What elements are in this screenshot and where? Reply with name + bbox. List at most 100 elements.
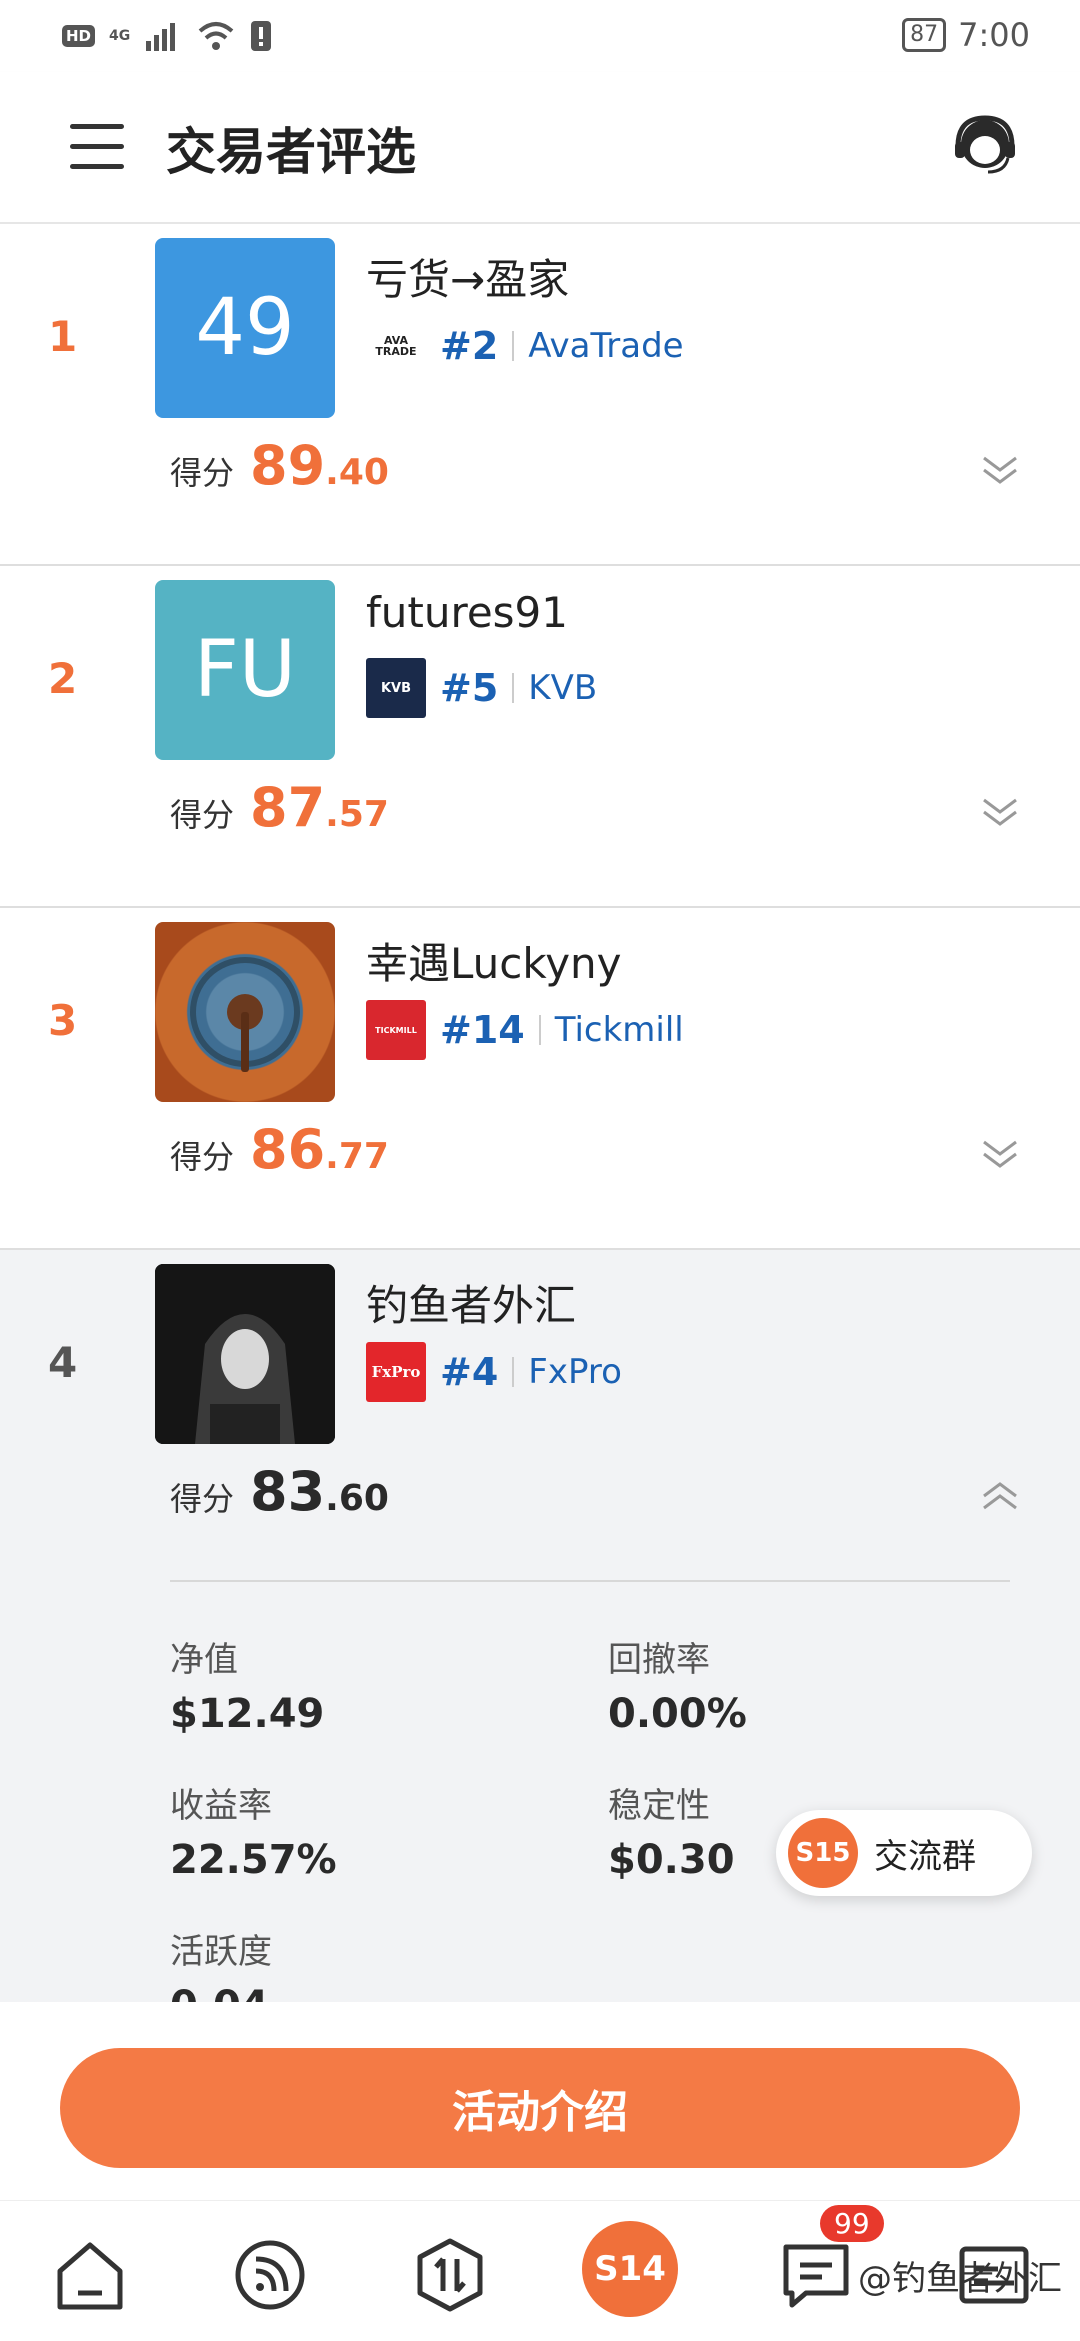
- network-label: 4G: [109, 28, 131, 44]
- watermark: @钓鱼者外汇: [858, 2259, 1062, 2299]
- home-icon[interactable]: [50, 2235, 130, 2315]
- trader-name: futures91: [366, 588, 569, 637]
- clock: 7:00: [958, 16, 1030, 54]
- broker-rank: #2: [440, 324, 499, 368]
- rank-number: 2: [48, 654, 78, 703]
- stat-label: 收益率: [170, 1786, 272, 1826]
- separator: [512, 331, 515, 361]
- status-right: 87 7:00: [902, 16, 1030, 54]
- hooded-figure-image: [155, 1264, 335, 1444]
- season-nav-button[interactable]: S14: [582, 2221, 678, 2317]
- score-integer: 83: [250, 1460, 326, 1523]
- stat-label: 净值: [170, 1640, 238, 1680]
- signal-icon: [146, 23, 176, 51]
- avatar: FU: [155, 580, 335, 760]
- broker-link[interactable]: Tickmill: [555, 1010, 684, 1050]
- broker-rank: #14: [440, 1008, 525, 1052]
- score-decimal: .57: [325, 794, 389, 835]
- chevron-down-icon[interactable]: [980, 792, 1020, 832]
- message-icon[interactable]: [776, 2235, 856, 2315]
- trader-card-expanded[interactable]: 4 钓鱼者外汇 FxPro #4 FxPro 得分 83 .60 净值 $12.…: [0, 1250, 1080, 2029]
- score-decimal: .60: [325, 1478, 389, 1519]
- score-row: 得分 83 .60: [170, 1460, 389, 1523]
- stat-value: $0.30: [608, 1837, 735, 1883]
- stat-value: 22.57%: [170, 1837, 337, 1883]
- broker-row: KVB #5 KVB: [366, 658, 597, 718]
- trader-card[interactable]: 3 幸遇Luckyny TICKMILL #14 Tickmill 得分 86 …: [0, 908, 1080, 1250]
- avatar: 49: [155, 238, 335, 418]
- trader-name: 幸遇Luckyny: [366, 939, 622, 988]
- bottom-nav: S14 99 @钓鱼者外汇: [0, 2200, 1080, 2341]
- broker-rank: #5: [440, 666, 499, 710]
- score-row: 得分 86 .77: [170, 1118, 389, 1181]
- unread-badge: 99: [820, 2205, 884, 2242]
- broker-rank: #4: [440, 1350, 499, 1394]
- menu-icon[interactable]: [70, 124, 124, 170]
- group-chat-button[interactable]: S15 交流群: [776, 1810, 1032, 1896]
- avatar: [155, 922, 335, 1102]
- gong-image: [190, 957, 300, 1072]
- fxpro-logo: FxPro: [366, 1342, 426, 1402]
- trader-card[interactable]: 2 FU futures91 KVB #5 KVB 得分 87 .57: [0, 566, 1080, 908]
- rank-number: 1: [48, 312, 78, 361]
- hd-icon: HD: [62, 25, 96, 47]
- customer-service-icon[interactable]: [950, 110, 1020, 180]
- broker-row: AVA TRADE #2 AvaTrade: [366, 316, 684, 376]
- sim-alert-icon: [251, 21, 272, 51]
- season-badge: S15: [788, 1818, 858, 1888]
- broker-row: FxPro #4 FxPro: [366, 1342, 622, 1402]
- chevron-down-icon[interactable]: [980, 450, 1020, 490]
- score-label: 得分: [170, 454, 235, 492]
- score-label: 得分: [170, 796, 235, 834]
- broker-link[interactable]: FxPro: [528, 1352, 622, 1392]
- stat-label: 稳定性: [608, 1786, 710, 1826]
- separator: [538, 1015, 541, 1045]
- chevron-up-icon[interactable]: [980, 1476, 1020, 1516]
- rank-number: 4: [48, 1338, 78, 1387]
- broker-row: TICKMILL #14 Tickmill: [366, 1000, 684, 1060]
- battery-icon: 87: [902, 18, 947, 52]
- score-label: 得分: [170, 1480, 235, 1518]
- trade-icon[interactable]: [410, 2235, 490, 2315]
- stat-label: 回撤率: [608, 1640, 710, 1680]
- avatar-text: 49: [195, 283, 295, 373]
- status-bar: HD 4G 87 7:00: [0, 0, 1080, 72]
- kvb-logo: KVB: [366, 658, 426, 718]
- score-row: 得分 87 .57: [170, 776, 389, 839]
- stat-label: 活跃度: [170, 1932, 272, 1972]
- group-chat-label: 交流群: [874, 1836, 976, 1877]
- app-header: 交易者评选: [0, 72, 1080, 224]
- wifi-icon: [198, 22, 234, 50]
- broker-link[interactable]: KVB: [528, 668, 597, 708]
- rank-number: 3: [48, 996, 78, 1045]
- page-title: 交易者评选: [166, 123, 416, 181]
- stat-stability: 稳定性 $0.30: [608, 1778, 735, 1883]
- stat-net-value: 净值 $12.49: [170, 1632, 324, 1737]
- feed-icon[interactable]: [230, 2235, 310, 2315]
- score-integer: 89: [250, 434, 326, 497]
- tickmill-logo: TICKMILL: [366, 1000, 426, 1060]
- separator: [512, 673, 515, 703]
- event-intro-button[interactable]: 活动介绍: [60, 2048, 1020, 2168]
- avatrade-logo: AVA TRADE: [366, 316, 426, 376]
- score-label: 得分: [170, 1138, 235, 1176]
- score-decimal: .40: [325, 452, 389, 493]
- broker-link[interactable]: AvaTrade: [528, 326, 683, 366]
- stat-return-rate: 收益率 22.57%: [170, 1778, 337, 1883]
- score-integer: 87: [250, 776, 326, 839]
- stat-value: $12.49: [170, 1691, 325, 1737]
- trader-card[interactable]: 1 49 亏货→盈家 AVA TRADE #2 AvaTrade 得分 89 .…: [0, 224, 1080, 566]
- avatar-text: FU: [194, 625, 296, 715]
- separator: [512, 1357, 515, 1387]
- cta-container: 活动介绍: [0, 2002, 1080, 2198]
- chevron-down-icon[interactable]: [980, 1134, 1020, 1174]
- status-left: HD 4G: [62, 20, 272, 52]
- stat-value: 0.00%: [608, 1691, 747, 1737]
- trader-name: 钓鱼者外汇: [366, 1281, 577, 1330]
- avatar: [155, 1264, 335, 1444]
- trader-name: 亏货→盈家: [366, 255, 570, 304]
- score-decimal: .77: [325, 1136, 389, 1177]
- score-row: 得分 89 .40: [170, 434, 389, 497]
- divider: [170, 1580, 1010, 1582]
- score-integer: 86: [250, 1118, 326, 1181]
